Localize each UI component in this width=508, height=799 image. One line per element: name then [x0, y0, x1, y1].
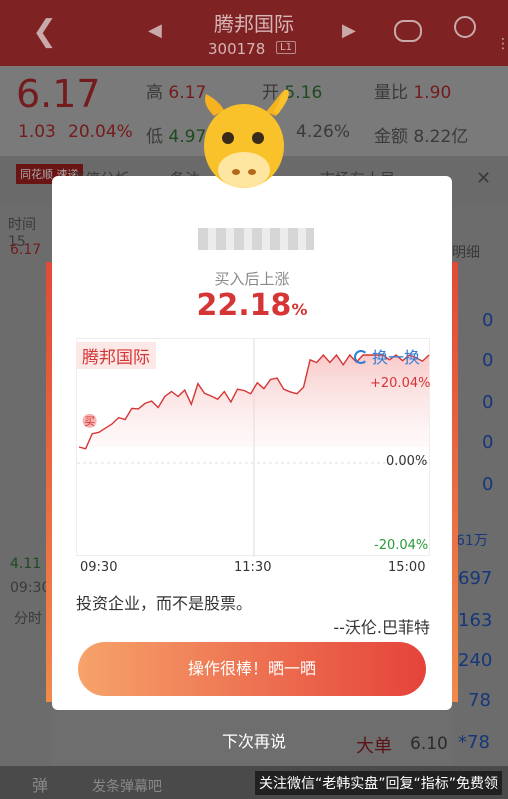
right-val: 163	[458, 610, 493, 631]
ratio-value: 1.90	[413, 83, 452, 103]
right-val: 697	[458, 568, 493, 589]
stock-code: 300178	[208, 40, 266, 58]
right-val: 0	[482, 474, 494, 495]
y-tick-top: +20.04%	[370, 376, 431, 391]
x-tick-mid: 11:30	[234, 560, 272, 575]
skip-link[interactable]: 下次再说	[0, 728, 508, 752]
change-pct: 20.04%	[68, 122, 133, 142]
low-label: 低	[146, 127, 163, 147]
y-tick-bottom: -20.04%	[374, 538, 429, 553]
danmu-input[interactable]: 发条弹幕吧	[92, 776, 162, 796]
left-tab-intraday[interactable]: 分时	[14, 608, 42, 628]
investment-quote: 投资企业，而不是股票。	[76, 594, 253, 613]
ratio-label: 量比	[374, 83, 408, 103]
refresh-icon	[354, 350, 368, 364]
next-stock-icon[interactable]: ▶	[342, 20, 356, 41]
robot-icon[interactable]	[394, 20, 422, 42]
right-val: 78	[468, 690, 491, 711]
y-tick-zero: 0.00%	[386, 454, 428, 469]
result-modal: 买入后上涨 22.18% 买 腾邦国际 换一换 +20.04% 0.00% -2…	[52, 176, 452, 710]
swap-label: 换一换	[372, 348, 421, 367]
left-price: 6.17	[10, 242, 42, 258]
turnover-value: 4.26%	[296, 122, 351, 142]
x-tick-end: 15:00	[388, 560, 426, 575]
blurred-username	[198, 228, 314, 250]
intraday-chart: 买	[76, 338, 431, 557]
right-vol: 61万	[456, 533, 488, 549]
x-tick-start: 09:30	[80, 560, 118, 575]
gain-unit: %	[291, 300, 308, 319]
close-icon[interactable]: ✕	[476, 168, 491, 189]
more-icon[interactable]: ⋮	[496, 36, 508, 52]
danmu-icon[interactable]: 弹	[32, 772, 48, 796]
change-value: 1.03	[18, 122, 56, 142]
left-low: 4.11	[10, 556, 42, 572]
right-val: 240	[458, 650, 493, 671]
amount-label: 金额	[374, 127, 408, 147]
quote-author: --沃伦.巴菲特	[333, 618, 430, 637]
amount-value: 8.22亿	[413, 127, 469, 147]
right-val: 0	[482, 350, 494, 371]
card-edge-right	[452, 262, 458, 702]
watermark-text: 关注微信“老韩实盘”回复“指标”免费领	[254, 771, 502, 795]
stock-name-title: 腾邦国际	[214, 12, 294, 36]
right-column-bg: 明细 0 0 0 0 0 61万 697 163 240 78 *78	[452, 206, 508, 766]
right-val: 0	[482, 392, 494, 413]
level-badge: L1	[276, 41, 296, 54]
high-label: 高	[146, 83, 163, 103]
app-header: ❮ ◀ 腾邦国际 300178 L1 ▶ ⋮	[0, 0, 508, 66]
detail-header: 明细	[452, 245, 480, 261]
buy-marker-label: 买	[84, 415, 95, 428]
current-price: 6.17	[16, 72, 101, 116]
right-val: 0	[482, 432, 494, 453]
left-time: 09:30	[10, 580, 51, 596]
gain-number: 22.18	[196, 288, 292, 323]
chart-stock-name: 腾邦国际	[76, 342, 156, 369]
gain-subtitle: 买入后上涨	[214, 270, 290, 288]
share-button[interactable]: 操作很棒！晒一晒	[78, 642, 426, 696]
swap-button[interactable]: 换一换	[354, 344, 420, 368]
search-icon[interactable]	[454, 16, 476, 38]
gain-value: 22.18%	[52, 288, 452, 323]
chart-svg: 买	[77, 339, 431, 557]
right-val: 0	[482, 310, 494, 331]
cow-mascot-icon	[204, 89, 289, 188]
left-column-bg: 时间15 6.17 4.11 09:30 分时	[0, 206, 52, 766]
